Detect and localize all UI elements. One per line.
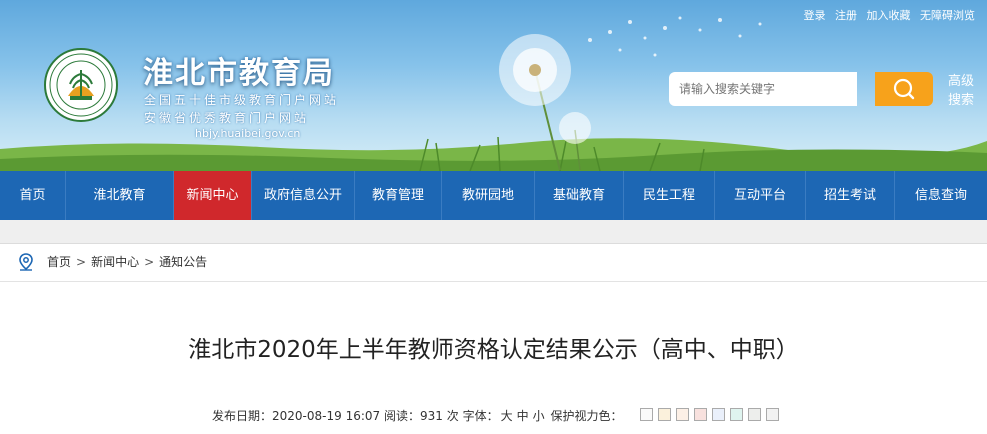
accessible-browse-link[interactable]: 无障碍浏览 [920, 9, 975, 22]
search-button[interactable] [875, 72, 933, 106]
site-subtitle-1: 全国五十佳市级教育门户网站 [144, 93, 340, 107]
site-subtitle-2: 安徽省优秀教育门户网站 [144, 111, 310, 125]
eye-care-swatch[interactable] [712, 408, 725, 421]
search-icon [893, 78, 915, 100]
nav-item-huaibei-education[interactable]: 淮北教育 [66, 171, 174, 220]
site-header: 登录 注册 加入收藏 无障碍浏览 淮北市教育局 全国五十佳市级教育门户网站 安徽… [0, 0, 987, 171]
breadcrumb-news-center[interactable]: 新闻中心 [91, 255, 139, 269]
font-size-label: 字体： [462, 409, 499, 423]
nav-item-teaching-research[interactable]: 教研园地 [442, 171, 535, 220]
eye-care-swatch[interactable] [766, 408, 779, 421]
breadcrumb-separator: > [144, 255, 155, 269]
top-links: 登录 注册 加入收藏 无障碍浏览 [798, 7, 976, 23]
nav-item-gov-info[interactable]: 政府信息公开 [252, 171, 355, 220]
add-favorite-link[interactable]: 加入收藏 [867, 9, 911, 22]
breadcrumb-notice[interactable]: 通知公告 [159, 255, 207, 269]
logo-emblem-icon [49, 53, 113, 117]
font-size-small[interactable]: 小 [533, 409, 545, 423]
eye-care-swatch[interactable] [694, 408, 707, 421]
main-nav: 首页 淮北教育 新闻中心 政府信息公开 教育管理 教研园地 基础教育 民生工程 … [0, 171, 987, 220]
location-pin-icon [19, 253, 33, 271]
login-link[interactable]: 登录 [804, 9, 826, 22]
eye-care-swatch[interactable] [730, 408, 743, 421]
advanced-search-line1: 高级 [947, 74, 974, 89]
nav-item-home[interactable]: 首页 [0, 171, 66, 220]
site-title: 淮北市教育局 [143, 56, 335, 91]
search-input[interactable] [669, 72, 857, 106]
breadcrumb-home[interactable]: 首页 [47, 255, 71, 269]
nav-item-enrollment-exams[interactable]: 招生考试 [806, 171, 895, 220]
advanced-search-link[interactable]: 高级 搜索 [944, 72, 978, 110]
nav-item-news-center[interactable]: 新闻中心 [174, 171, 252, 220]
nav-item-basic-education[interactable]: 基础教育 [535, 171, 624, 220]
article-meta: 发布日期：2020-08-19 16:07 阅读：931 次 字体：大中小 保护… [212, 407, 622, 424]
article-title: 淮北市2020年上半年教师资格认定结果公示（高中、中职） [188, 337, 799, 363]
eye-care-swatch[interactable] [640, 408, 653, 421]
read-label: 阅读： [383, 409, 420, 423]
nav-item-education-management[interactable]: 教育管理 [355, 171, 442, 220]
search-box [669, 72, 933, 106]
publish-date-label: 发布日期： [212, 409, 273, 423]
article-panel: 首页 > 新闻中心 > 通知公告 淮北市2020年上半年教师资格认定结果公示（高中、中职… [0, 243, 987, 434]
site-logo[interactable] [44, 48, 118, 122]
eye-care-swatches [640, 408, 784, 421]
eye-care-swatch[interactable] [676, 408, 689, 421]
advanced-search-line2: 搜索 [947, 93, 974, 108]
breadcrumb-separator: > [76, 255, 87, 269]
nav-item-livelihood[interactable]: 民生工程 [624, 171, 715, 220]
eye-care-swatch[interactable] [748, 408, 761, 421]
register-link[interactable]: 注册 [835, 9, 857, 22]
read-count: 931 [420, 409, 443, 423]
eye-care-swatch[interactable] [658, 408, 671, 421]
read-unit: 次 [446, 409, 459, 423]
font-size-large[interactable]: 大 [501, 409, 513, 423]
eye-care-color-label: 保护视力色： [550, 409, 623, 423]
font-size-medium[interactable]: 中 [517, 409, 529, 423]
site-domain: hbjy.huaibei.gov.cn [195, 127, 301, 140]
nav-item-info-query[interactable]: 信息查询 [895, 171, 987, 220]
publish-date: 2020-08-19 16:07 [272, 409, 381, 423]
nav-item-interactive-platform[interactable]: 互动平台 [715, 171, 806, 220]
breadcrumb: 首页 > 新闻中心 > 通知公告 [0, 244, 987, 282]
